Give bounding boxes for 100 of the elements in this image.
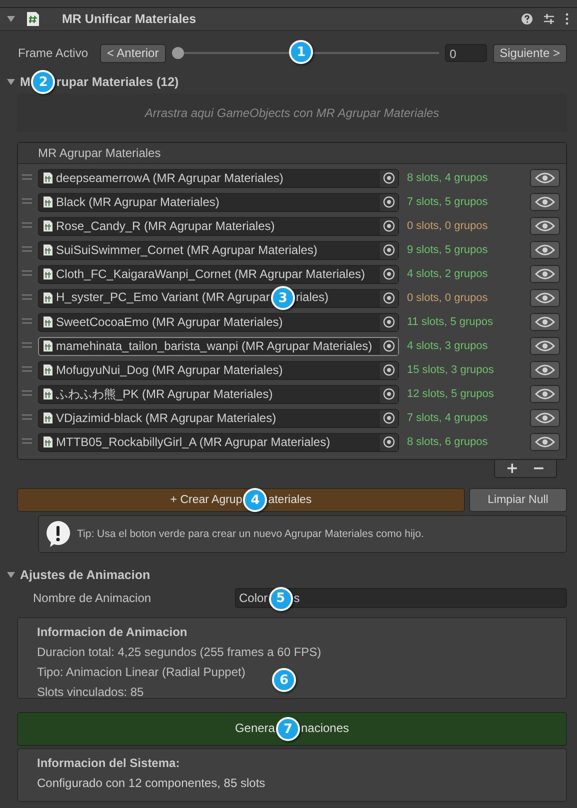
info-line: Configurado con 12 componentes, 85 slots (37, 775, 266, 792)
callout-badge: 3 (270, 286, 295, 310)
status-text: 4 slots, 2 grupos (407, 268, 489, 280)
visibility-button[interactable] (530, 337, 560, 355)
visibility-button[interactable] (530, 409, 560, 427)
more-options-icon[interactable] (565, 13, 569, 25)
foldout-arrow-icon[interactable] (6, 570, 16, 580)
callout-badge: 4 (243, 488, 268, 512)
status-text: 0 slots, 0 grupos (407, 292, 489, 304)
status-text: 12 slots, 5 grupos (407, 388, 495, 400)
slider-thumb[interactable] (172, 47, 184, 59)
clear-null-button[interactable]: Limpiar Null (469, 488, 567, 512)
status-text: 4 slots, 3 grupos (407, 340, 489, 352)
status-text: 7 slots, 4 grupos (407, 412, 489, 424)
next-button[interactable]: Siguiente > (492, 44, 567, 62)
drag-handle-icon[interactable] (22, 198, 32, 204)
object-field[interactable]: SuiSuiSwimmer_Cornet (MR Agrupar Materiales) (38, 240, 399, 260)
target-icon[interactable] (383, 244, 395, 256)
drag-handle-icon[interactable] (22, 222, 32, 228)
visibility-button[interactable] (530, 193, 560, 211)
visibility-button[interactable] (530, 361, 560, 379)
object-field[interactable]: SweetCocoaEmo (MR Agrupar Materiales) (38, 312, 399, 332)
foldout-arrow-icon[interactable] (6, 77, 16, 87)
callout-badge: 5 (268, 586, 293, 611)
status-text: 8 slots, 4 grupos (407, 172, 489, 184)
script-icon (43, 364, 53, 376)
status-text: 9 slots, 5 grupos (407, 244, 489, 256)
drag-handle-icon[interactable] (22, 366, 32, 372)
callout-badge: 1 (289, 40, 314, 64)
drag-handle-icon[interactable] (22, 270, 32, 276)
object-field[interactable]: Rose_Candy_R (MR Agrupar Materiales) (38, 216, 399, 236)
drag-handle-icon[interactable] (22, 438, 32, 444)
script-icon (43, 292, 53, 304)
drag-handle-icon[interactable] (22, 318, 32, 324)
settings-sliders-icon[interactable] (543, 13, 555, 25)
visibility-button[interactable] (530, 433, 560, 451)
info-line: Slots vinculados: 85 (37, 684, 144, 701)
animation-name-field[interactable]: Color 5 s (235, 588, 567, 608)
tip-text: Tip: Usa el boton verde para crear un nuevo Agrupar Materiales como hijo. (77, 528, 424, 540)
visibility-button[interactable] (530, 313, 560, 331)
previous-button[interactable]: < Anterior (100, 44, 166, 62)
object-field[interactable]: H_syster_PC_Emo Variant (MR Agrupar 3 riales) (38, 288, 399, 308)
visibility-button[interactable] (530, 265, 560, 283)
component-title: MR Unificar Materiales (62, 12, 196, 26)
visibility-button[interactable] (530, 241, 560, 259)
drag-handle-icon[interactable] (22, 414, 32, 420)
script-icon (43, 196, 53, 208)
object-field[interactable]: Black (MR Agrupar Materiales) (38, 192, 399, 212)
target-icon[interactable] (383, 220, 395, 232)
info-line: Duracion total: 4,25 segundos (255 frames a 60 FPS) (37, 644, 322, 661)
list-header: MR Agrupar Materiales (38, 146, 161, 160)
visibility-button[interactable] (530, 169, 560, 187)
create-group-button[interactable]: + Crear Agrup 4 ateriales (17, 488, 465, 512)
object-field[interactable]: VDjazimid-black (MR Agrupar Materiales) (38, 408, 399, 428)
drag-handle-icon[interactable] (22, 342, 32, 348)
status-text: 7 slots, 5 grupos (407, 196, 489, 208)
animation-name-label: Nombre de Animacion (33, 591, 152, 605)
target-icon[interactable] (383, 364, 395, 376)
target-icon[interactable] (383, 436, 395, 448)
object-field[interactable]: MofugyuNui_Dog (MR Agrupar Materiales) (38, 360, 399, 380)
drag-handle-icon[interactable] (22, 174, 32, 180)
object-field[interactable]: deepseamerrowA (MR Agrupar Materiales) (38, 168, 399, 188)
status-text: 15 slots, 3 grupos (407, 364, 495, 376)
target-icon[interactable] (383, 292, 395, 304)
script-icon (43, 388, 53, 400)
generate-button[interactable]: Genera 7 naciones (17, 712, 567, 746)
visibility-button[interactable] (530, 385, 560, 403)
status-text: 8 slots, 6 grupos (407, 436, 489, 448)
target-icon[interactable] (383, 340, 395, 352)
script-icon (26, 11, 40, 27)
status-text: 11 slots, 5 grupos (407, 316, 494, 328)
target-icon[interactable] (383, 388, 395, 400)
drag-handle-icon[interactable] (22, 390, 32, 396)
add-button[interactable]: + (500, 460, 524, 477)
info-title: Informacion de Animacion (37, 624, 188, 641)
script-icon (43, 172, 53, 184)
drag-handle-icon[interactable] (22, 246, 32, 252)
object-field[interactable]: ふわふわ熊_PK (MR Agrupar Materiales) (38, 384, 399, 404)
frame-number-field[interactable]: 0 (444, 44, 487, 62)
frame-label: Frame Activo (18, 46, 90, 60)
foldout-arrow-icon[interactable] (6, 14, 16, 24)
help-icon[interactable] (521, 13, 533, 25)
target-icon[interactable] (383, 268, 395, 280)
callout-badge: 2 (31, 70, 56, 94)
info-line: Tipo: Animacion Linear (Radial Puppet) (37, 664, 246, 681)
target-icon[interactable] (383, 172, 395, 184)
target-icon[interactable] (383, 316, 395, 328)
target-icon[interactable] (383, 412, 395, 424)
drag-handle-icon[interactable] (22, 294, 32, 300)
object-field[interactable]: mamehinata_tailon_barista_wanpi (MR Agrupar Materiales) (38, 336, 399, 356)
animation-foldout[interactable]: Ajustes de Animacion (6, 565, 567, 585)
object-field[interactable]: Cloth_FC_KaigaraWanpi_Cornet (MR Agrupar Materiales) (38, 264, 399, 284)
drop-hint: Arrastra aqui GameObjects con MR Agrupar Materiales (144, 106, 440, 120)
visibility-button[interactable] (530, 217, 560, 235)
remove-button[interactable]: − (527, 460, 550, 477)
script-icon (43, 220, 53, 232)
visibility-button[interactable] (530, 289, 560, 307)
callout-badge: 6 (272, 668, 296, 692)
object-field[interactable]: MTTB05_RockabillyGirl_A (MR Agrupar Materiales) (38, 432, 399, 452)
target-icon[interactable] (383, 196, 395, 208)
